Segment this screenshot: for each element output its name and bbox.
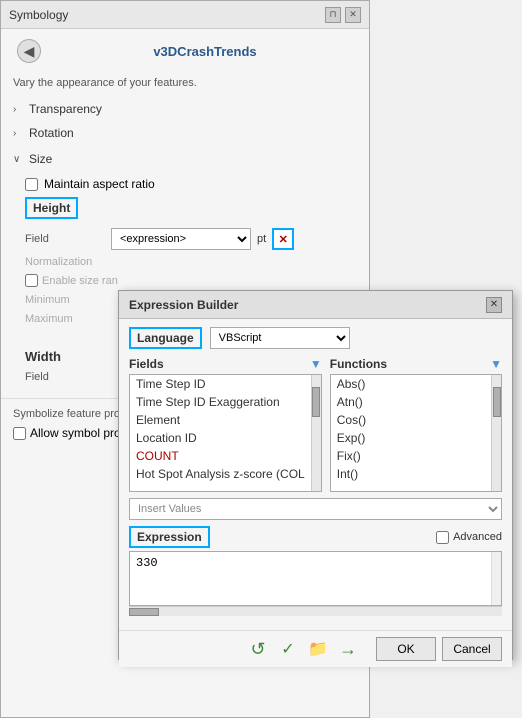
language-select[interactable]: VBScript: [210, 327, 350, 349]
field-select[interactable]: <expression>: [111, 228, 251, 250]
fields-list: Time Step ID Time Step ID Exaggeration E…: [130, 375, 311, 491]
list-item[interactable]: Location ID: [130, 429, 311, 447]
transparency-label: Transparency: [29, 102, 102, 116]
list-item-count[interactable]: COUNT: [130, 447, 311, 465]
dialog-body: Language VBScript Fields ▼ Time Step ID …: [119, 319, 512, 630]
undo-button[interactable]: ↺: [246, 637, 270, 661]
size-header[interactable]: ∨ Size: [1, 147, 369, 171]
dialog-header: Expression Builder ✕: [119, 291, 512, 319]
list-item[interactable]: Time Step ID: [130, 375, 311, 393]
functions-header: Functions ▼: [330, 357, 502, 371]
expression-input[interactable]: 330: [130, 552, 491, 602]
expression-container: 330: [129, 551, 502, 606]
arrow-right-button[interactable]: →: [336, 637, 360, 661]
advanced-row: Advanced: [436, 531, 502, 544]
list-item[interactable]: Cos(): [331, 411, 491, 429]
enable-size-checkbox[interactable]: [25, 274, 38, 287]
expr-x-icon: ✕: [279, 233, 288, 246]
expression-button[interactable]: ✕: [272, 228, 294, 250]
panel-subtitle: v3DCrashTrends: [49, 40, 361, 63]
footer-icons: ↺ ✓ 📁 →: [129, 637, 360, 661]
panel-header-title: Symbology: [9, 8, 68, 22]
height-label: Height: [25, 197, 78, 219]
functions-list-container: Abs() Atn() Cos() Exp() Fix() Int(): [330, 374, 502, 492]
functions-scrollbar[interactable]: [491, 375, 501, 491]
list-item[interactable]: Abs(): [331, 375, 491, 393]
transparency-chevron: ›: [13, 104, 23, 115]
rotation-chevron: ›: [13, 128, 23, 139]
normalization-row: Normalization: [25, 253, 357, 271]
normalization-label: Normalization: [25, 256, 105, 268]
list-item[interactable]: Atn(): [331, 393, 491, 411]
expression-hscrollbar-thumb: [129, 608, 159, 616]
width-field-label: Field: [25, 371, 105, 383]
list-item[interactable]: Exp(): [331, 429, 491, 447]
panel-header-controls: ⊓ ✕: [325, 7, 361, 23]
list-item[interactable]: Int(): [331, 465, 491, 483]
fields-scrollbar-thumb: [312, 387, 320, 417]
dialog-title: Expression Builder: [129, 298, 238, 312]
field-label: Field: [25, 233, 105, 245]
functions-scrollbar-thumb: [493, 387, 501, 417]
functions-list: Abs() Atn() Cos() Exp() Fix() Int(): [331, 375, 491, 491]
size-label: Size: [29, 152, 52, 166]
pt-label: pt: [257, 233, 266, 245]
folder-button[interactable]: 📁: [306, 637, 330, 661]
allow-symbol-checkbox[interactable]: [13, 427, 26, 440]
language-label: Language: [129, 327, 202, 349]
fields-title: Fields: [129, 357, 164, 371]
enable-size-label: Enable size ran: [42, 275, 118, 287]
panel-description: Vary the appearance of your features.: [1, 73, 369, 97]
fields-functions-row: Fields ▼ Time Step ID Time Step ID Exagg…: [129, 357, 502, 492]
insert-values-row: Insert Values: [129, 498, 502, 520]
list-item[interactable]: Time Step ID Exaggeration: [130, 393, 311, 411]
list-item[interactable]: Fix(): [331, 447, 491, 465]
fields-header: Fields ▼: [129, 357, 322, 371]
dialog-footer: ↺ ✓ 📁 → OK Cancel: [119, 630, 512, 667]
expression-header-row: Expression Advanced: [129, 526, 502, 548]
list-item[interactable]: Hot Spot Analysis z-score (COL: [130, 465, 311, 483]
allow-symbol-label: Allow symbol pro: [30, 426, 121, 440]
fields-list-container: Time Step ID Time Step ID Exaggeration E…: [129, 374, 322, 492]
language-row: Language VBScript: [129, 327, 502, 349]
functions-column: Functions ▼ Abs() Atn() Cos() Exp() Fix(…: [330, 357, 502, 492]
transparency-section[interactable]: › Transparency: [1, 97, 369, 121]
expression-inner: 330: [130, 552, 491, 605]
fields-scrollbar[interactable]: [311, 375, 321, 491]
rotation-section[interactable]: › Rotation: [1, 121, 369, 145]
maintain-aspect-label: Maintain aspect ratio: [44, 177, 155, 191]
advanced-checkbox[interactable]: [436, 531, 449, 544]
size-chevron: ∨: [13, 154, 23, 165]
expression-builder-dialog: Expression Builder ✕ Language VBScript F…: [118, 290, 513, 660]
expression-hscrollbar[interactable]: [129, 606, 502, 616]
maintain-aspect-checkbox[interactable]: [25, 178, 38, 191]
close-button[interactable]: ✕: [345, 7, 361, 23]
advanced-label: Advanced: [453, 531, 502, 543]
pin-button[interactable]: ⊓: [325, 7, 341, 23]
maintain-aspect-row: Maintain aspect ratio: [25, 175, 357, 193]
check-button[interactable]: ✓: [276, 637, 300, 661]
expression-scrollbar[interactable]: [491, 552, 501, 605]
functions-title: Functions: [330, 357, 387, 371]
back-button[interactable]: ◀: [17, 39, 41, 63]
cancel-button[interactable]: Cancel: [442, 637, 502, 661]
fields-column: Fields ▼ Time Step ID Time Step ID Exagg…: [129, 357, 322, 492]
enable-size-row: Enable size ran: [25, 271, 357, 290]
ok-button[interactable]: OK: [376, 637, 436, 661]
insert-values-select[interactable]: Insert Values: [129, 498, 502, 520]
dialog-close-button[interactable]: ✕: [486, 297, 502, 313]
rotation-label: Rotation: [29, 126, 74, 140]
expression-label: Expression: [129, 526, 210, 548]
expression-section: Expression Advanced 330: [129, 526, 502, 616]
panel-header: Symbology ⊓ ✕: [1, 1, 369, 29]
fields-filter-icon[interactable]: ▼: [310, 357, 322, 371]
list-item[interactable]: Element: [130, 411, 311, 429]
field-row: Field <expression> pt ✕: [25, 225, 357, 253]
functions-filter-icon[interactable]: ▼: [490, 357, 502, 371]
symbolize-text1: Symbolize feature: [13, 408, 101, 420]
